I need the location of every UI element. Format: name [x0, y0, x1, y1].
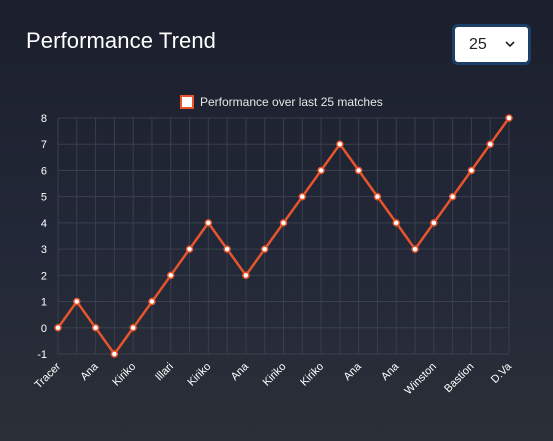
data-point[interactable]	[204, 219, 213, 227]
data-point[interactable]	[260, 245, 269, 253]
data-point[interactable]	[91, 324, 100, 332]
x-tick-label: Illari	[153, 361, 176, 384]
x-tick-label: Ana	[341, 360, 364, 383]
y-tick-label: 1	[41, 297, 47, 309]
x-tick-label: Kiriko	[261, 361, 289, 389]
y-axis-ticks: -1 0 1 2 3 4 5 6 7 8	[37, 113, 47, 361]
data-point[interactable]	[279, 219, 288, 227]
y-tick-label: 5	[41, 192, 47, 204]
x-tick-label: Ana	[379, 360, 402, 383]
x-axis-ticks: Tracer Ana Kiriko Illari Kiriko Ana Kiriko Kiri…	[32, 360, 514, 397]
y-tick-label: 3	[41, 244, 47, 256]
data-point[interactable]	[110, 350, 119, 358]
data-point[interactable]	[467, 166, 476, 175]
y-tick-label: -1	[37, 349, 47, 361]
data-point[interactable]	[392, 219, 400, 227]
data-point[interactable]	[242, 271, 250, 280]
data-point[interactable]	[411, 245, 419, 253]
data-point[interactable]	[505, 114, 513, 122]
data-point[interactable]	[486, 140, 494, 148]
y-tick-label: 6	[41, 165, 47, 177]
x-tick-label: Kiriko	[110, 361, 138, 389]
y-tick-label: 4	[41, 218, 47, 230]
x-tick-label: Winston	[402, 361, 439, 398]
data-point[interactable]	[317, 166, 325, 175]
chart-grid	[57, 117, 510, 355]
performance-chart: -1 0 1 2 3 4 5 6 7 8 Tracer Ana Kiriko Illari Kiriko A…	[32, 113, 514, 397]
y-tick-label: 7	[41, 139, 47, 151]
data-point[interactable]	[430, 219, 438, 227]
data-point[interactable]	[148, 297, 156, 306]
data-point[interactable]	[129, 324, 137, 332]
data-point[interactable]	[223, 245, 231, 253]
data-point[interactable]	[185, 245, 194, 253]
x-tick-label: Kiriko	[298, 361, 326, 389]
data-point[interactable]	[373, 192, 382, 201]
data-point[interactable]	[448, 192, 457, 201]
x-tick-label: Tracer	[32, 360, 63, 391]
data-point[interactable]	[73, 297, 81, 306]
data-point[interactable]	[354, 166, 363, 175]
y-tick-label: 0	[41, 323, 47, 335]
data-point[interactable]	[167, 271, 175, 280]
data-point[interactable]	[336, 140, 344, 148]
x-tick-label: Kiriko	[186, 361, 214, 389]
data-point[interactable]	[54, 324, 62, 332]
y-tick-label: 2	[41, 270, 47, 282]
x-tick-label: Ana	[78, 360, 101, 383]
y-tick-label: 8	[41, 113, 47, 125]
x-tick-label: D.Va	[489, 360, 515, 386]
x-tick-label: Ana	[229, 360, 252, 383]
data-point[interactable]	[298, 192, 307, 201]
x-tick-label: Bastion	[442, 361, 476, 395]
